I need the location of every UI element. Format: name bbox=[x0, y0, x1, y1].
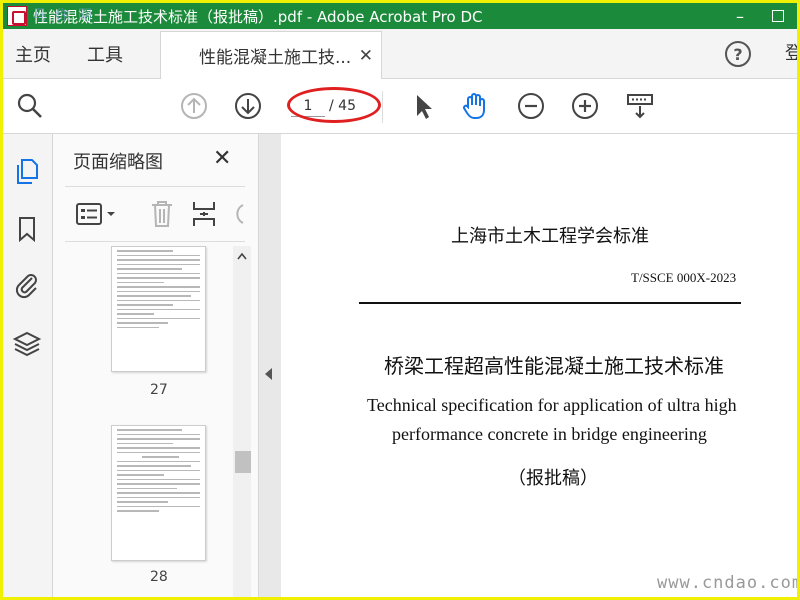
prev-page-icon[interactable] bbox=[179, 91, 209, 121]
doc-title-chinese: 桥梁工程超高性能混凝土施工技术标准 bbox=[384, 354, 724, 378]
doc-draft-label: （报批稿） bbox=[508, 468, 598, 489]
site-watermark-bottom: www.cndao.com bbox=[657, 573, 797, 593]
tools-tab[interactable]: 工具 bbox=[87, 29, 123, 79]
thumbnail-page-28[interactable] bbox=[111, 425, 206, 561]
site-watermark-top: 马 你 网 bbox=[33, 8, 94, 24]
page-thumbnails-icon[interactable] bbox=[12, 156, 42, 186]
document-tab[interactable]: 性能混凝土施工技... ✕ bbox=[160, 31, 382, 79]
bookmarks-icon[interactable] bbox=[12, 214, 42, 244]
keyboard-tools-icon[interactable] bbox=[625, 91, 655, 121]
left-navigation-rail bbox=[3, 134, 53, 597]
doc-title-english-line1: Technical specification for application … bbox=[367, 395, 737, 415]
zoom-out-icon[interactable] bbox=[516, 91, 546, 121]
thumbnail-options-icon[interactable] bbox=[75, 201, 119, 227]
thumbnail-page-27[interactable] bbox=[111, 246, 206, 372]
doc-header-rule bbox=[359, 302, 741, 304]
thumbnail-label-27: 27 bbox=[150, 382, 168, 398]
panel-collapse-strip[interactable] bbox=[259, 134, 281, 597]
document-tab-label: 性能混凝土施工技... bbox=[199, 48, 352, 68]
panel-title: 页面缩略图 bbox=[73, 152, 163, 173]
acrobat-window: 性能混凝土施工技术标准（报批稿）.pdf - Adobe Acrobat Pro… bbox=[3, 3, 797, 597]
window-title: 性能混凝土施工技术标准（报批稿）.pdf - Adobe Acrobat Pro… bbox=[33, 7, 483, 26]
document-page: 上海市土木工程学会标准 T/SSCE 000X-2023 桥梁工程超高性能混凝土… bbox=[281, 134, 797, 597]
menu-bar: 主页 工具 性能混凝土施工技... ✕ ? 登 bbox=[3, 29, 797, 79]
maximize-button[interactable] bbox=[759, 3, 797, 29]
red-annotation-ellipse bbox=[287, 87, 381, 123]
doc-title-english-line2: performance concrete in bridge engineeri… bbox=[392, 424, 707, 444]
thumbnail-label-28: 28 bbox=[150, 569, 168, 585]
search-icon[interactable] bbox=[15, 91, 45, 121]
doc-standard-code: T/SSCE 000X-2023 bbox=[631, 270, 737, 285]
thumbnail-tools bbox=[65, 186, 245, 242]
insert-page-icon[interactable] bbox=[191, 199, 217, 229]
home-tab[interactable]: 主页 bbox=[15, 29, 51, 79]
acrobat-app-icon bbox=[7, 6, 27, 26]
scrollbar-thumb[interactable] bbox=[235, 451, 251, 473]
rotate-icon[interactable] bbox=[231, 201, 245, 227]
zoom-in-icon[interactable] bbox=[570, 91, 600, 121]
doc-organization: 上海市土木工程学会标准 bbox=[451, 226, 649, 247]
toolbar: 1 / 45 bbox=[3, 79, 797, 134]
scroll-up-icon[interactable] bbox=[237, 252, 247, 260]
thumbnail-scrollbar[interactable] bbox=[233, 246, 251, 597]
next-page-icon[interactable] bbox=[233, 91, 263, 121]
close-tab-button[interactable]: ✕ bbox=[359, 46, 373, 66]
delete-icon[interactable] bbox=[149, 199, 175, 229]
select-arrow-icon[interactable] bbox=[408, 91, 438, 121]
toolbar-divider bbox=[382, 91, 383, 123]
help-button[interactable]: ? bbox=[725, 41, 751, 67]
hand-tool-icon[interactable] bbox=[460, 91, 490, 121]
title-bar: 性能混凝土施工技术标准（报批稿）.pdf - Adobe Acrobat Pro… bbox=[3, 3, 797, 29]
maximize-icon bbox=[772, 10, 784, 22]
collapse-left-icon[interactable] bbox=[265, 368, 272, 380]
sign-in-button[interactable]: 登 bbox=[785, 39, 797, 65]
minimize-button[interactable]: – bbox=[721, 3, 759, 29]
layers-icon[interactable] bbox=[12, 329, 42, 359]
page-thumbnails-panel: 页面缩略图 ✕ 27 28 bbox=[53, 134, 259, 597]
attachments-icon[interactable] bbox=[12, 270, 42, 300]
close-panel-button[interactable]: ✕ bbox=[213, 146, 231, 171]
